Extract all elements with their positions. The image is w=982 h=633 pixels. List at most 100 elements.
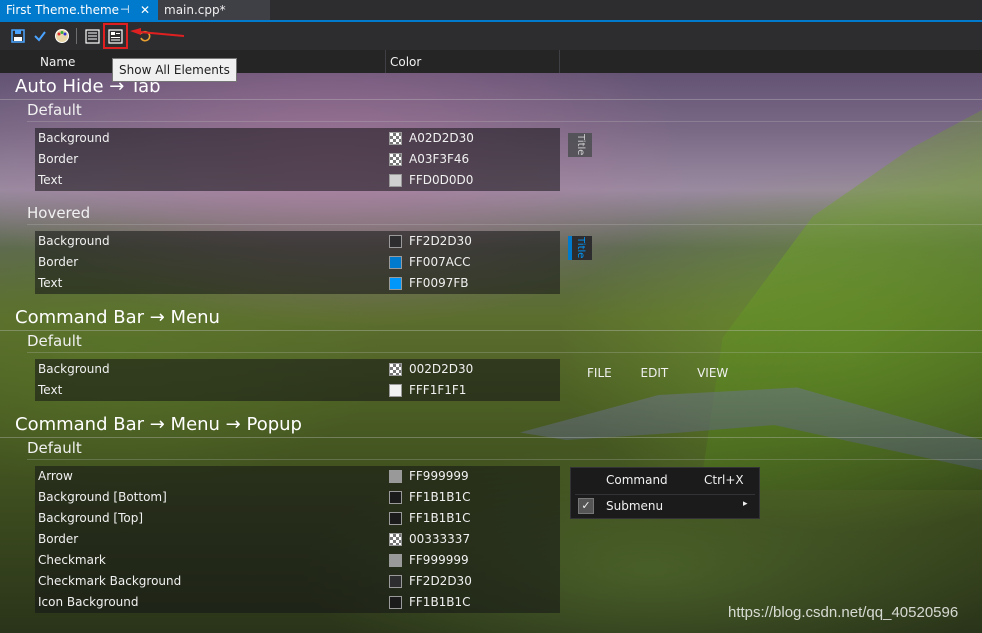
color-swatch[interactable] [389, 575, 402, 588]
color-value[interactable]: FF1B1B1C [409, 511, 471, 525]
property-name: Icon Background [38, 595, 139, 609]
preview-title-tab-hovered: Title [568, 236, 592, 260]
checkmark-icon: ✓ [578, 498, 594, 514]
submenu-arrow-icon: ▸ [743, 499, 748, 509]
popup-item-label: Submenu [606, 499, 664, 513]
palette-icon[interactable] [52, 26, 72, 46]
color-swatch[interactable] [389, 512, 402, 525]
color-value[interactable]: A02D2D30 [409, 131, 474, 145]
property-row[interactable]: Border FF007ACC [35, 252, 560, 273]
watermark: https://blog.csdn.net/qq_40520596 [728, 604, 959, 621]
property-row[interactable]: Background 002D2D30 [35, 359, 560, 380]
color-value[interactable]: FFD0D0D0 [409, 173, 473, 187]
color-value[interactable]: A03F3F46 [409, 152, 469, 166]
color-value[interactable]: FF007ACC [409, 255, 470, 269]
group-title: Default [27, 101, 82, 119]
property-group: Background A02D2D30 Border A03F3F46 Text… [35, 128, 560, 191]
group-divider [27, 224, 982, 225]
property-row[interactable]: Checkmark FF999999 [35, 550, 560, 571]
document-tab-strip: First Theme.theme ⊣ ✕ main.cpp* [0, 0, 982, 22]
property-name: Background [Top] [38, 511, 144, 525]
popup-item-label: Command [606, 473, 668, 487]
color-swatch[interactable] [389, 153, 402, 166]
color-value[interactable]: FF1B1B1C [409, 595, 471, 609]
property-group: Background FF2D2D30 Border FF007ACC Text… [35, 231, 560, 294]
color-value[interactable]: FF1B1B1C [409, 490, 471, 504]
color-value[interactable]: FF2D2D30 [409, 234, 472, 248]
pin-icon[interactable]: ⊣ [120, 0, 130, 20]
group-divider [27, 352, 982, 353]
property-row[interactable]: Background [Top] FF1B1B1C [35, 508, 560, 529]
section-title: Command Bar → Menu [15, 307, 220, 328]
color-swatch[interactable] [389, 363, 402, 376]
color-swatch[interactable] [389, 596, 402, 609]
column-name-header[interactable]: Name [40, 55, 75, 69]
color-swatch[interactable] [389, 554, 402, 567]
section-divider [0, 437, 982, 438]
property-name: Border [38, 255, 79, 269]
red-arrow-annotation [130, 28, 184, 37]
group-title: Default [27, 439, 82, 457]
property-row[interactable]: Border A03F3F46 [35, 149, 560, 170]
property-row[interactable]: Icon Background FF1B1B1C [35, 592, 560, 613]
property-group: Background 002D2D30 Text FFF1F1F1 [35, 359, 560, 401]
property-row[interactable]: Background [Bottom] FF1B1B1C [35, 487, 560, 508]
tab-main-cpp[interactable]: main.cpp* [158, 0, 270, 20]
color-swatch[interactable] [389, 174, 402, 187]
property-name: Border [38, 532, 79, 546]
property-name: Text [38, 173, 63, 187]
preview-title-tab-default: Title [568, 133, 592, 157]
property-row[interactable]: Background FF2D2D30 [35, 231, 560, 252]
property-row[interactable]: Text FFD0D0D0 [35, 170, 560, 191]
tab-first-theme[interactable]: First Theme.theme ⊣ ✕ [0, 0, 158, 20]
close-icon[interactable]: ✕ [140, 0, 150, 20]
property-name: Text [38, 383, 63, 397]
color-swatch[interactable] [389, 384, 402, 397]
property-row[interactable]: Background A02D2D30 [35, 128, 560, 149]
group-title: Default [27, 332, 82, 350]
property-name: Border [38, 152, 79, 166]
property-name: Background [38, 362, 110, 376]
color-value[interactable]: 00333337 [409, 532, 470, 546]
color-value[interactable]: 002D2D30 [409, 362, 473, 376]
color-value[interactable]: FFF1F1F1 [409, 383, 466, 397]
column-divider[interactable] [559, 50, 560, 73]
color-value[interactable]: FF2D2D30 [409, 574, 472, 588]
property-name: Arrow [38, 469, 73, 483]
show-list-icon[interactable] [82, 26, 102, 46]
column-color-header[interactable]: Color [390, 55, 421, 69]
preview-menu-file: FILE [587, 366, 612, 380]
color-swatch[interactable] [389, 277, 402, 290]
color-swatch[interactable] [389, 491, 402, 504]
color-swatch[interactable] [389, 533, 402, 546]
preview-popup-menu: Command Ctrl+X ✓ Submenu ▸ [570, 467, 760, 519]
column-divider[interactable] [385, 50, 386, 73]
color-value[interactable]: FF0097FB [409, 276, 468, 290]
preview-menu-bar: FILE EDIT VIEW [587, 366, 753, 380]
section-divider [0, 330, 982, 331]
color-value[interactable]: FF999999 [409, 553, 469, 567]
property-row[interactable]: Text FF0097FB [35, 273, 560, 294]
property-row[interactable]: Text FFF1F1F1 [35, 380, 560, 401]
property-row[interactable]: Checkmark Background FF2D2D30 [35, 571, 560, 592]
tab-label: main.cpp* [164, 3, 226, 17]
property-row[interactable]: Border 00333337 [35, 529, 560, 550]
color-value[interactable]: FF999999 [409, 469, 469, 483]
preview-menu-view: VIEW [697, 366, 729, 380]
property-name: Background [38, 131, 110, 145]
save-icon[interactable] [8, 26, 28, 46]
highlight-box [103, 23, 128, 49]
tab-label: First Theme.theme [6, 3, 120, 17]
color-swatch[interactable] [389, 132, 402, 145]
color-swatch[interactable] [389, 235, 402, 248]
section-divider [0, 99, 982, 100]
popup-item-shortcut: Ctrl+X [704, 473, 744, 487]
property-name: Checkmark [38, 553, 106, 567]
property-name: Checkmark Background [38, 574, 182, 588]
property-row[interactable]: Arrow FF999999 [35, 466, 560, 487]
tooltip: Show All Elements [112, 58, 237, 82]
apply-check-icon[interactable] [30, 26, 50, 46]
color-swatch[interactable] [389, 470, 402, 483]
color-swatch[interactable] [389, 256, 402, 269]
toolbar-separator [76, 28, 77, 44]
